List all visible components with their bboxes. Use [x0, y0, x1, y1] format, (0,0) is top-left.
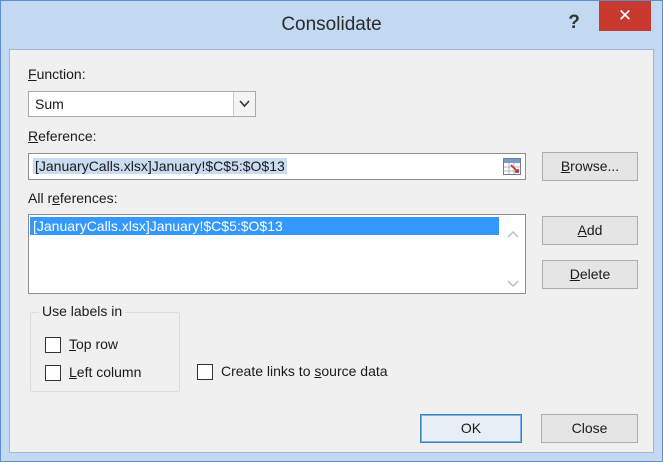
- function-label: Function:: [28, 66, 86, 82]
- top-row-checkbox[interactable]: [45, 337, 61, 353]
- all-references-label: All references:: [28, 190, 118, 206]
- all-references-list[interactable]: [JanuaryCalls.xlsx]January!$C$5:$O$13: [28, 214, 526, 294]
- function-value: Sum: [35, 96, 64, 112]
- reference-label: Reference:: [28, 128, 97, 144]
- collapse-dialog-icon[interactable]: [503, 158, 521, 175]
- close-window-button[interactable]: ✕: [599, 1, 651, 31]
- left-column-label[interactable]: Left column: [69, 364, 141, 380]
- scroll-down-icon[interactable]: [507, 275, 519, 288]
- delete-button[interactable]: Delete: [542, 260, 638, 289]
- use-labels-group: Use labels in Top row Left column: [30, 303, 180, 392]
- chevron-down-icon[interactable]: [233, 92, 255, 116]
- title-bar[interactable]: Consolidate ? ✕: [1, 1, 662, 49]
- top-row-label[interactable]: Top row: [69, 336, 118, 352]
- browse-button[interactable]: Browse...: [542, 152, 638, 181]
- reference-value: [JanuaryCalls.xlsx]January!$C$5:$O$13: [33, 158, 287, 174]
- create-links-label[interactable]: Create links to source data: [221, 363, 388, 379]
- left-column-checkbox[interactable]: [45, 365, 61, 381]
- list-item[interactable]: [JanuaryCalls.xlsx]January!$C$5:$O$13: [30, 217, 499, 235]
- consolidate-dialog: Consolidate ? ✕ Function: Sum Reference:…: [0, 0, 663, 462]
- add-button[interactable]: Add: [542, 216, 638, 245]
- create-links-checkbox[interactable]: [197, 364, 213, 380]
- ok-button[interactable]: OK: [420, 414, 522, 443]
- help-button[interactable]: ?: [561, 9, 587, 37]
- function-dropdown[interactable]: Sum: [28, 91, 256, 117]
- scroll-up-icon[interactable]: [507, 225, 519, 238]
- list-scrollbar[interactable]: [500, 215, 525, 293]
- reference-input[interactable]: [JanuaryCalls.xlsx]January!$C$5:$O$13: [28, 153, 526, 180]
- close-button[interactable]: Close: [541, 414, 638, 443]
- dialog-content: Function: Sum Reference: [JanuaryCalls.x…: [9, 49, 654, 453]
- use-labels-legend: Use labels in: [39, 303, 126, 319]
